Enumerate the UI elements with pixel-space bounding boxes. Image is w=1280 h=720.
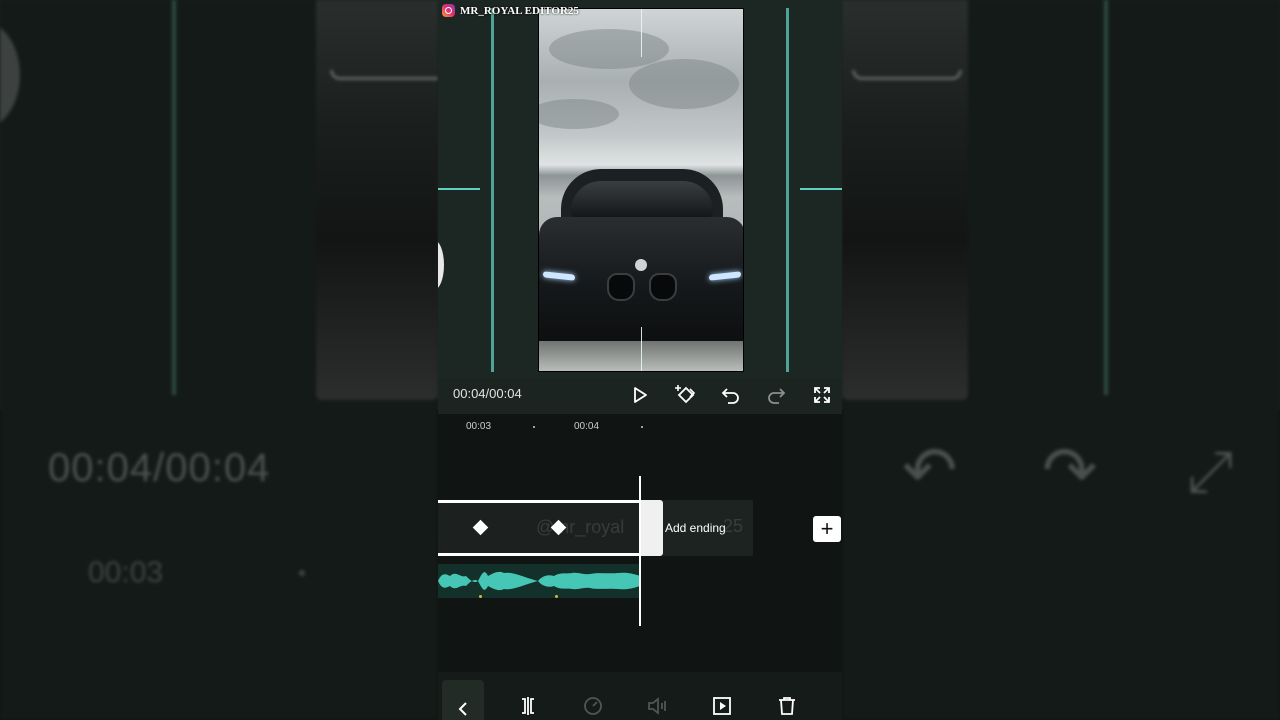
background-fullscreen-icon: ⤢ (1187, 439, 1234, 504)
animation-icon (713, 697, 731, 715)
split-icon (522, 697, 534, 715)
add-clip-button[interactable]: + (813, 516, 841, 542)
add-keyframe-button[interactable] (673, 382, 699, 408)
background-undo-icon: ↶ (902, 433, 958, 507)
volume-icon (648, 697, 666, 715)
car-badge (635, 259, 647, 271)
add-ending-label: Add ending (665, 521, 726, 535)
background-headlight (330, 70, 438, 80)
edge-handle (438, 240, 444, 290)
background-guide-line (1104, 0, 1108, 395)
redo-button[interactable] (763, 382, 789, 408)
ruler-label: 00:04 (574, 421, 600, 432)
delete-icon (779, 697, 795, 715)
add-ending-ghost: 25 (722, 516, 743, 536)
clip-trim-handle[interactable] (640, 500, 663, 556)
timeline[interactable]: 00:03 00:04 @mr_royal Add ending 25 + (438, 414, 842, 672)
undo-button[interactable] (718, 382, 744, 408)
preview-area: MR_ROYAL EDITOR25 (438, 0, 842, 378)
player-controls: 00:04/00:04 (438, 378, 842, 414)
timecode: 00:04/00:04 (453, 386, 522, 401)
ruler-dot (533, 426, 535, 428)
background-redo-icon: ↷ (1042, 433, 1098, 507)
guide-tick-left (438, 188, 480, 190)
guide-line-left (491, 8, 494, 372)
instagram-icon (442, 4, 455, 17)
fullscreen-icon (814, 387, 830, 403)
watermark: MR_ROYAL EDITOR25 (442, 4, 579, 17)
cloud (629, 59, 739, 109)
add-ending-button[interactable]: Add ending 25 (663, 500, 753, 556)
car-grille (649, 273, 677, 301)
speed-icon (584, 697, 602, 715)
undo-icon (721, 388, 739, 404)
center-guide-top (641, 9, 642, 57)
background-ruler-dot (299, 570, 305, 576)
center-guide-bottom (641, 327, 642, 371)
back-icon (458, 702, 467, 716)
keyframe-add-icon (675, 385, 696, 404)
play-button[interactable] (627, 382, 653, 408)
playhead[interactable] (639, 476, 641, 626)
background-left-blur: 00:04/00:04 00:03 (0, 0, 438, 720)
back-button[interactable] (442, 680, 484, 720)
clip-ghost-text: @mr_royal (536, 517, 625, 537)
speed-button[interactable] (576, 680, 610, 720)
background-guide-line (172, 0, 176, 395)
background-car-frame (316, 0, 438, 400)
background-car-frame (842, 0, 968, 400)
audio-beat-marker (479, 595, 482, 598)
car-windshield (571, 181, 713, 217)
car-grille (607, 273, 635, 301)
editor-panel: MR_ROYAL EDITOR25 00:04/00:04 00:03 00:0… (438, 0, 842, 720)
background-ruler-label: 00:03 (88, 556, 164, 589)
audio-beat-marker (555, 595, 558, 598)
delete-button[interactable] (770, 680, 804, 720)
bottom-toolbar (438, 672, 842, 720)
volume-button[interactable] (641, 680, 675, 720)
animation-button[interactable] (705, 680, 739, 720)
fullscreen-button[interactable] (809, 382, 835, 408)
audio-waveform (438, 571, 640, 591)
video-preview[interactable] (538, 8, 744, 372)
split-button[interactable] (511, 680, 545, 720)
ruler-dot (641, 426, 643, 428)
background-timecode: 00:04/00:04 (48, 446, 271, 490)
guide-tick-right (800, 188, 842, 190)
ruler-label: 00:03 (466, 421, 492, 432)
background-circle (0, 20, 20, 130)
background-headlight (852, 70, 962, 80)
audio-track[interactable] (438, 564, 640, 598)
guide-line-right (786, 8, 789, 372)
background-right-blur: ↶ ↷ ⤢ (842, 0, 1280, 720)
watermark-text: MR_ROYAL EDITOR25 (460, 4, 579, 17)
play-icon (634, 387, 647, 403)
video-clip[interactable]: @mr_royal (438, 500, 640, 556)
keyframe-marker[interactable] (472, 519, 489, 536)
redo-icon (768, 388, 786, 404)
